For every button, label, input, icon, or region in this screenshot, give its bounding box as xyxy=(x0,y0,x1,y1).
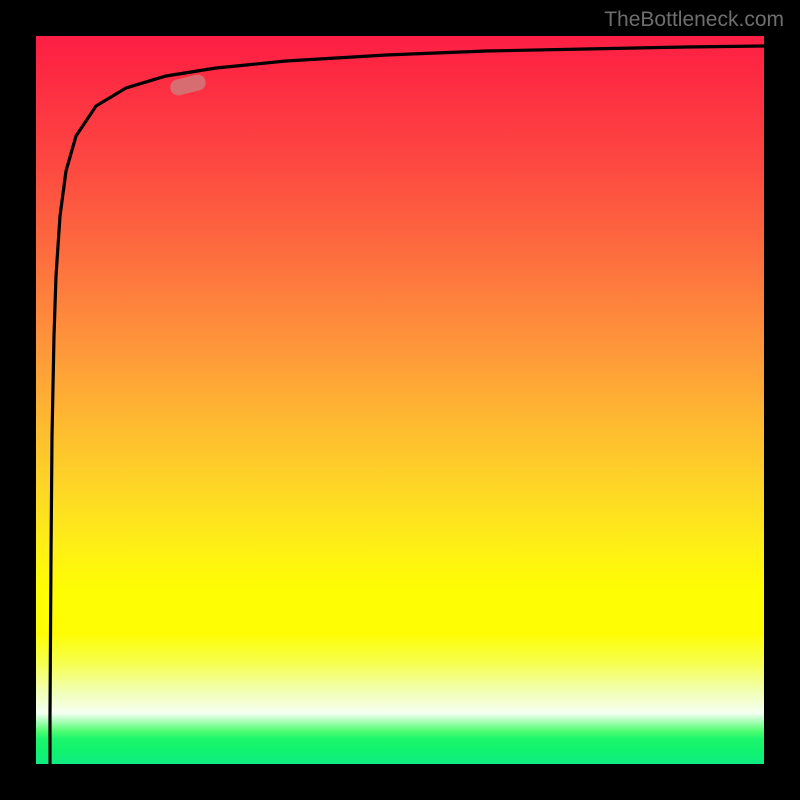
curve-line xyxy=(50,46,764,764)
chart-container: TheBottleneck.com xyxy=(0,0,800,800)
plot-area xyxy=(36,36,764,764)
curve-svg xyxy=(36,36,764,764)
watermark-text: TheBottleneck.com xyxy=(604,8,784,32)
